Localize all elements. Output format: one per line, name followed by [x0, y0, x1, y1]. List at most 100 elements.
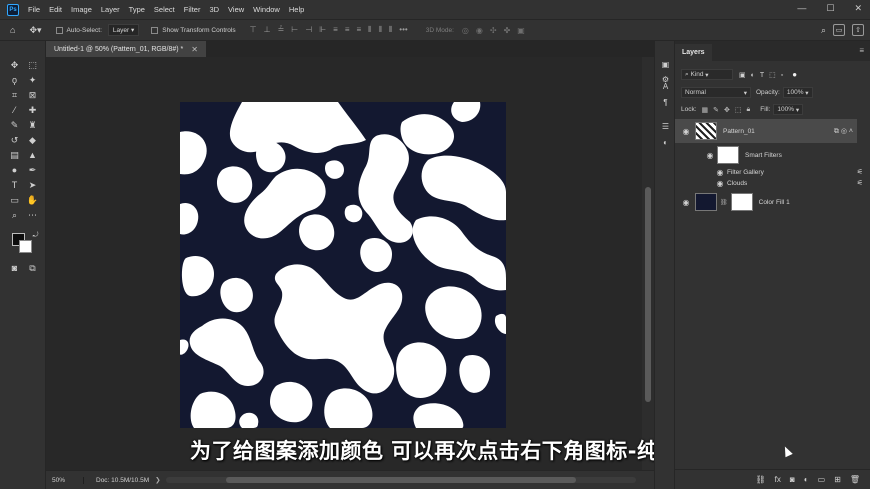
layer-row-color-fill[interactable]: ◉ ⛓ Color Fill 1 [675, 191, 857, 213]
fill-color-thumbnail[interactable] [695, 193, 717, 211]
frame-tool-icon[interactable]: ⊠ [26, 89, 39, 102]
document-size[interactable]: Doc: 10.5M/10.5M [96, 477, 149, 484]
3d-roll-icon[interactable]: ◉ [476, 26, 483, 35]
tab-layers[interactable]: Layers [675, 44, 712, 61]
move-tool-preset-icon[interactable]: ✥▾ [29, 25, 41, 36]
layer-row-clouds[interactable]: ◉ Clouds ⚟ [675, 178, 864, 188]
maximize-icon[interactable]: ☐ [826, 3, 834, 14]
workspace-icon[interactable]: ▭ [833, 24, 845, 36]
lock-pixels-icon[interactable]: ✎ [713, 106, 719, 114]
healing-brush-tool-icon[interactable]: ✚ [26, 104, 39, 117]
panel-menu-icon[interactable]: ≡ [859, 46, 864, 55]
rectangle-tool-icon[interactable]: ▭ [8, 194, 21, 207]
edit-toolbar-icon[interactable]: ⋯ [26, 209, 39, 222]
minimize-icon[interactable]: — [797, 3, 806, 14]
path-selection-tool-icon[interactable]: ➤ [26, 179, 39, 192]
new-adjustment-layer-icon[interactable]: ◐ [804, 475, 809, 484]
document-tab[interactable]: Untitled-1 @ 50% (Pattern_01, RGB/8#) * … [46, 41, 206, 57]
dodge-tool-icon[interactable]: ● [8, 164, 21, 177]
layer-row-pattern[interactable]: ◉ Pattern_01 ⧉ ◎ ˄ [675, 119, 857, 143]
pen-tool-icon[interactable]: ✒ [26, 164, 39, 177]
align-left-icon[interactable]: ⊢ [291, 25, 298, 35]
paragraph-panel-icon[interactable]: ¶ [660, 97, 671, 108]
auto-select-dropdown[interactable]: Layer ▾ [107, 24, 140, 36]
vertical-scroll-thumb[interactable] [645, 187, 651, 402]
distribute-hcenter-icon[interactable]: ⫴ [379, 25, 382, 35]
share-icon[interactable]: ⇧ [852, 24, 864, 36]
menu-edit[interactable]: Edit [49, 5, 62, 14]
adjustments-panel-icon[interactable]: ☰ [660, 121, 671, 132]
eraser-tool-icon[interactable]: ◆ [26, 134, 39, 147]
lasso-tool-icon[interactable]: ϙ [8, 74, 21, 87]
show-transform-toggle[interactable]: Show Transform Controls [151, 26, 236, 34]
layer-mask-thumbnail[interactable] [730, 193, 753, 211]
new-layer-icon[interactable]: ⊞ [834, 475, 841, 484]
document-canvas[interactable] [180, 102, 506, 428]
distribute-right-icon[interactable]: ⫴ [389, 25, 392, 35]
distribute-left-icon[interactable]: ⫴ [368, 25, 371, 35]
distribute-bottom-icon[interactable]: ≡ [357, 25, 362, 35]
new-group-icon[interactable]: ▭ [818, 475, 826, 484]
visibility-eye-icon[interactable]: ◉ [681, 127, 691, 136]
swap-colors-icon[interactable]: ⤾ [29, 229, 42, 242]
menu-layer[interactable]: Layer [101, 5, 120, 14]
layer-row-filter-gallery[interactable]: ◉ Filter Gallery ⚟ [675, 167, 864, 177]
character-panel-icon[interactable]: A [660, 81, 671, 92]
layer-style-icon[interactable]: fx [775, 475, 781, 484]
marquee-tool-icon[interactable]: ⬚ [26, 59, 39, 72]
add-mask-icon[interactable]: ◙ [790, 475, 795, 484]
filter-kind-dropdown[interactable]: ⌕ Kind ▾ [681, 69, 733, 80]
visibility-eye-icon[interactable]: ◉ [681, 198, 691, 207]
brush-tool-icon[interactable]: ✎ [8, 119, 21, 132]
filter-type-icons[interactable]: ▣◐T⬚▫ [739, 71, 788, 79]
align-vcenter-icon[interactable]: ⊥ [264, 25, 271, 35]
visibility-eye-icon[interactable]: ◉ [715, 179, 725, 188]
home-icon[interactable]: ⌂ [10, 25, 15, 35]
zoom-level[interactable]: 50% [46, 476, 84, 484]
auto-select-toggle[interactable]: Auto-Select: [55, 26, 102, 34]
link-layers-icon[interactable]: ⛓ [756, 475, 766, 484]
3d-scale-icon[interactable]: ▣ [517, 26, 525, 35]
history-brush-tool-icon[interactable]: ↺ [8, 134, 21, 147]
3d-slide-icon[interactable]: ✤ [504, 26, 511, 35]
type-tool-icon[interactable]: T [8, 179, 21, 192]
align-bottom-icon[interactable]: ≟ [278, 25, 285, 35]
more-options-icon[interactable]: ••• [399, 25, 407, 35]
link-icon[interactable]: ⛓ [720, 199, 728, 206]
horizontal-scrollbar[interactable] [166, 477, 636, 483]
filter-options-icon[interactable]: ⚟ [857, 168, 863, 176]
auto-select-checkbox[interactable] [55, 26, 63, 34]
screen-mode-icon[interactable]: ⧉ [26, 262, 39, 275]
eyedropper-tool-icon[interactable]: ⁄ [8, 104, 21, 117]
quick-mask-icon[interactable]: ◙ [8, 262, 21, 275]
blend-mode-dropdown[interactable]: Normal ▾ [681, 87, 751, 98]
align-right-icon[interactable]: ⊩ [319, 25, 326, 35]
layer-row-smart-filters[interactable]: ◉ Smart Filters [675, 145, 857, 165]
fill-field[interactable]: 100% ▾ [773, 104, 804, 115]
filter-options-icon[interactable]: ⚟ [857, 179, 863, 187]
menu-3d[interactable]: 3D [209, 5, 219, 14]
history-panel-icon[interactable]: ▣ [660, 59, 671, 70]
channels-panel-icon[interactable]: ◐ [660, 137, 671, 148]
lock-position-icon[interactable]: ✥ [724, 106, 730, 114]
move-tool-icon[interactable]: ✥ [8, 59, 21, 72]
distribute-vcenter-icon[interactable]: ≡ [345, 25, 350, 35]
3d-pan-icon[interactable]: ✣ [490, 26, 497, 35]
menu-window[interactable]: Window [253, 5, 280, 14]
lock-all-icon[interactable]: 🔒︎ [747, 106, 751, 114]
close-icon[interactable]: ✕ [854, 3, 862, 14]
status-chevron-icon[interactable]: ❯ [155, 476, 160, 484]
menu-type[interactable]: Type [129, 5, 145, 14]
zoom-tool-icon[interactable]: ⌕ [8, 209, 21, 222]
menu-filter[interactable]: Filter [184, 5, 201, 14]
menu-file[interactable]: File [28, 5, 40, 14]
blur-tool-icon[interactable]: ▲ [26, 149, 39, 162]
filter-toggle-icon[interactable]: ● [792, 70, 797, 79]
menu-image[interactable]: Image [71, 5, 92, 14]
close-tab-icon[interactable]: ✕ [191, 45, 198, 54]
distribute-top-icon[interactable]: ≡ [333, 25, 338, 35]
search-icon[interactable]: ⌕ [821, 25, 826, 36]
crop-tool-icon[interactable]: ⌗ [8, 89, 21, 102]
clone-stamp-tool-icon[interactable]: ♜ [26, 119, 39, 132]
visibility-eye-icon[interactable]: ◉ [715, 168, 725, 177]
